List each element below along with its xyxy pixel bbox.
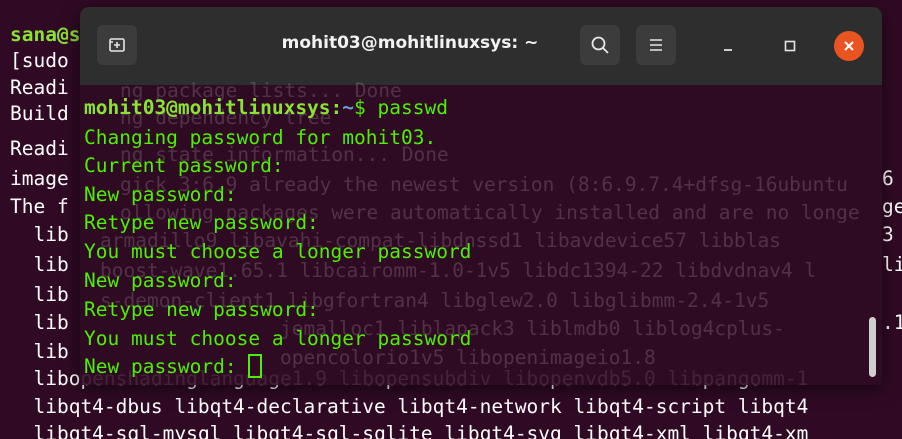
command-text: passwd: [377, 96, 448, 119]
bg-line-fragment: ge: [882, 195, 902, 218]
bg-line: lib: [10, 311, 69, 334]
bg-line: lib: [10, 283, 69, 306]
bg-line: Build: [10, 102, 69, 125]
maximize-button[interactable]: [778, 34, 802, 58]
bg-line-fragment: li: [882, 253, 902, 276]
minimize-icon: [724, 49, 732, 51]
output-line: Changing password for mohit03.: [84, 126, 437, 149]
scrollbar-thumb[interactable]: [869, 317, 876, 377]
close-icon: [844, 41, 854, 51]
input-line[interactable]: New password:: [84, 354, 263, 380]
output-line: New password:: [84, 183, 237, 206]
output-line: Retype new password:: [84, 211, 319, 234]
close-button[interactable]: [834, 31, 864, 61]
window-titlebar[interactable]: mohit03@mohitlinuxsys: ~: [80, 7, 882, 86]
bg-line: image: [10, 167, 69, 190]
new-tab-icon: [109, 38, 125, 52]
bg-line-fragment: 6: [882, 167, 894, 190]
output-line: You must choose a longer password: [84, 240, 472, 263]
window-title: mohit03@mohitlinuxsys: ~: [281, 33, 539, 53]
final-prompt: New password:: [84, 355, 249, 378]
bg-line-fragment: 3: [882, 223, 894, 246]
bg-line: sana@s: [10, 23, 81, 46]
bg-line-fragment: .1: [882, 311, 902, 334]
bg-line: lib: [10, 340, 69, 363]
output-line: You must choose a longer password: [84, 327, 472, 350]
prompt-path: ~: [342, 96, 355, 119]
prompt-symbol: $: [354, 96, 378, 119]
text-cursor: [248, 354, 263, 378]
prompt-line: mohit03@mohitlinuxsys:~$ passwd: [84, 95, 448, 121]
maximize-icon: [784, 40, 796, 52]
minimize-button[interactable]: [716, 34, 740, 58]
prompt-user: mohit03@mohitlinuxsys: [84, 96, 331, 119]
terminal-window[interactable]: mohit03@mohitlinuxsys: ~ ng package list…: [80, 7, 882, 385]
bg-line: Readi: [10, 137, 69, 160]
search-icon: [591, 36, 609, 54]
terminal-output[interactable]: ng package lists... Done ng dependency t…: [80, 79, 882, 385]
prompt-colon: :: [330, 96, 343, 119]
output-line: Current password:: [84, 154, 284, 177]
bg-line: lib: [10, 223, 69, 246]
bg-line: libqt4-sql-mysql libqt4-sql-sqlite libqt…: [10, 422, 809, 439]
bg-line: The f: [10, 195, 69, 218]
bg-line: [sudo: [10, 49, 69, 72]
output-line: Retype new password:: [84, 298, 319, 321]
hamburger-menu-icon: [650, 39, 662, 51]
bg-line: lib: [10, 253, 69, 276]
bg-line: libqt4-dbus libqt4-declarative libqt4-ne…: [10, 395, 809, 418]
new-tab-button[interactable]: [97, 25, 137, 65]
output-line: New password:: [84, 269, 237, 292]
search-button[interactable]: [580, 25, 620, 65]
bg-line: Readi: [10, 76, 69, 99]
menu-button[interactable]: [636, 25, 676, 65]
